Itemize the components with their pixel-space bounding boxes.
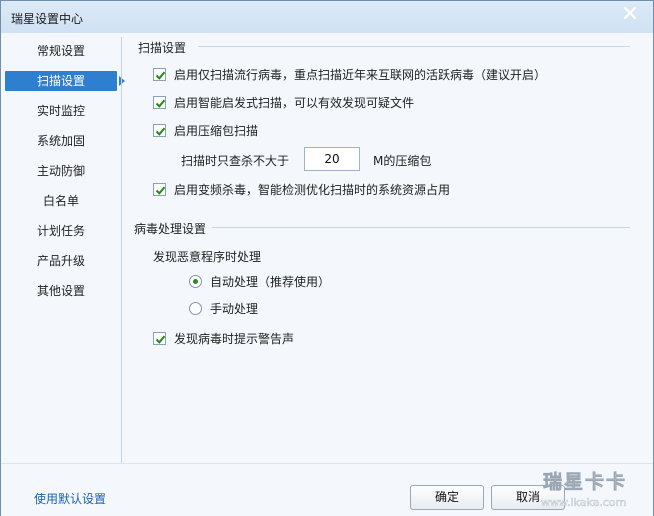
sidebar-item-other[interactable]: 其他设置: [5, 281, 117, 301]
close-button[interactable]: [619, 4, 641, 24]
option-label: 启用压缩包扫描: [174, 124, 259, 138]
virus-section-title: 病毒处理设置: [134, 222, 207, 236]
archive-size-suffix: M的压缩包: [373, 154, 432, 168]
sidebar-item-general[interactable]: 常规设置: [5, 41, 117, 61]
sidebar-nav: 常规设置 扫描设置 实时监控 系统加固 主动防御 白名单 计划任务 产品升级 其…: [1, 33, 125, 463]
checkbox[interactable]: [153, 96, 166, 109]
section-divider: [212, 227, 630, 228]
checkbox[interactable]: [153, 183, 166, 196]
sidebar-item-scan[interactable]: 扫描设置: [5, 71, 125, 91]
option-label: 发现病毒时提示警告声: [174, 332, 295, 346]
archive-size-prefix: 扫描时只查杀不大于: [181, 154, 290, 168]
archive-size-input[interactable]: [304, 147, 360, 171]
section-divider: [198, 46, 630, 47]
checkbox[interactable]: [153, 332, 166, 345]
sidebar-item-active-defense[interactable]: 主动防御: [5, 161, 117, 181]
radio-label: 自动处理（推荐使用）: [210, 275, 331, 289]
title-bar[interactable]: 瑞星设置中心: [1, 1, 653, 33]
option-label: 启用智能启发式扫描，可以有效发现可疑文件: [174, 96, 415, 110]
checkmark-icon: [155, 335, 166, 344]
sidebar-item-upgrade[interactable]: 产品升级: [5, 251, 117, 271]
radio-selected-dot: [193, 279, 198, 284]
cancel-button[interactable]: 取消: [491, 485, 565, 510]
scan-section-title: 扫描设置: [138, 41, 187, 55]
sidebar-item-whitelist[interactable]: 白名单: [5, 191, 117, 211]
settings-window: 瑞星设置中心 常规设置 扫描设置 实时监控 系统加固 主动防御 白名单 计划任务…: [0, 0, 654, 516]
radio-label: 手动处理: [210, 302, 259, 316]
settings-panel: 扫描设置 启用仅扫描流行病毒，重点扫描近年来互联网的活跃病毒（建议开启） 启用智…: [122, 33, 653, 463]
radio-button[interactable]: [189, 275, 202, 288]
checkbox[interactable]: [153, 124, 166, 137]
option-label: 启用仅扫描流行病毒，重点扫描近年来互联网的活跃病毒（建议开启）: [174, 68, 547, 82]
window-title: 瑞星设置中心: [11, 12, 84, 26]
footer-bar: 使用默认设置 确定 取消: [1, 463, 653, 516]
option-label: 启用变频杀毒，智能检测优化扫描时的系统资源占用: [174, 183, 451, 197]
sidebar-item-label: 扫描设置: [36, 74, 85, 88]
sidebar-item-schedule[interactable]: 计划任务: [5, 221, 117, 241]
checkmark-icon: [155, 99, 166, 108]
restore-defaults-link[interactable]: 使用默认设置: [34, 490, 106, 507]
checkmark-icon: [155, 186, 166, 195]
close-icon: [624, 7, 636, 19]
malware-handling-label: 发现恶意程序时处理: [153, 250, 262, 264]
sidebar-item-hardening[interactable]: 系统加固: [5, 131, 117, 151]
checkmark-icon: [155, 71, 166, 80]
checkbox[interactable]: [153, 68, 166, 81]
ok-button[interactable]: 确定: [410, 485, 484, 510]
sidebar-item-realtime[interactable]: 实时监控: [5, 101, 117, 121]
radio-button[interactable]: [189, 302, 202, 315]
checkmark-icon: [155, 127, 166, 136]
